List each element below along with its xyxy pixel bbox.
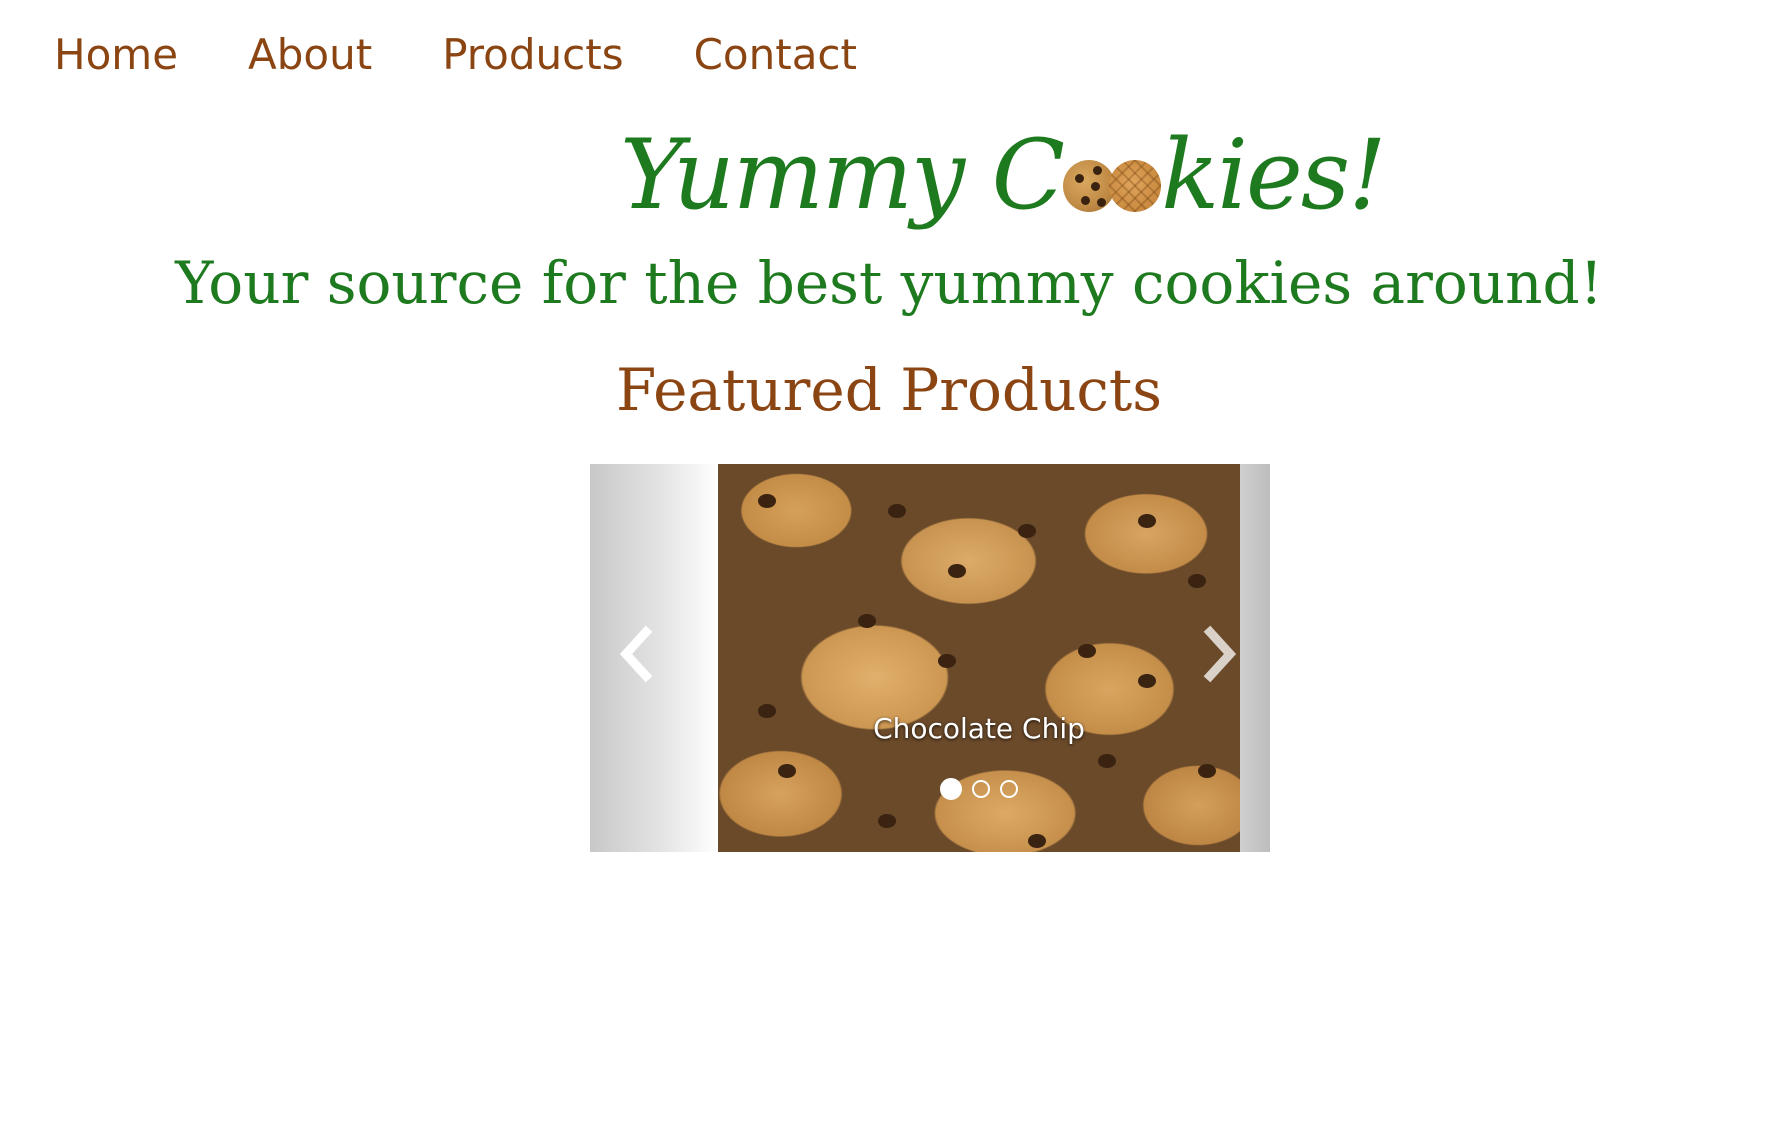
logo-text-end: kies! bbox=[1161, 119, 1387, 231]
indicator-dot-3[interactable] bbox=[1000, 780, 1018, 798]
site-logo: Yummy C kies! bbox=[620, 105, 1387, 245]
tagline: Your source for the best yummy cookies a… bbox=[175, 249, 1603, 317]
main-nav: Home About Products Contact bbox=[54, 26, 927, 84]
chocolate-cookie-icon bbox=[1063, 160, 1116, 212]
peanut-butter-cookie-icon bbox=[1109, 160, 1162, 212]
carousel-right-shade bbox=[1240, 464, 1270, 852]
chevron-left-icon bbox=[619, 625, 653, 683]
nav-about-link[interactable]: About bbox=[248, 26, 372, 84]
carousel-prev-button[interactable] bbox=[616, 624, 656, 684]
indicator-dot-1[interactable] bbox=[940, 778, 962, 800]
logo-text-start: Yummy C bbox=[620, 119, 1065, 231]
carousel-indicators bbox=[718, 778, 1240, 800]
carousel-slide[interactable]: Chocolate Chip bbox=[718, 464, 1240, 852]
nav-products-link[interactable]: Products bbox=[442, 26, 623, 84]
slide-caption: Chocolate Chip bbox=[873, 712, 1085, 745]
carousel-next-button[interactable] bbox=[1200, 624, 1240, 684]
chevron-right-icon bbox=[1203, 625, 1237, 683]
nav-home-link[interactable]: Home bbox=[54, 26, 178, 84]
nav-contact-link[interactable]: Contact bbox=[694, 26, 857, 84]
featured-products-heading: Featured Products bbox=[616, 356, 1162, 424]
indicator-dot-2[interactable] bbox=[972, 780, 990, 798]
product-carousel: Chocolate Chip bbox=[590, 464, 1270, 852]
